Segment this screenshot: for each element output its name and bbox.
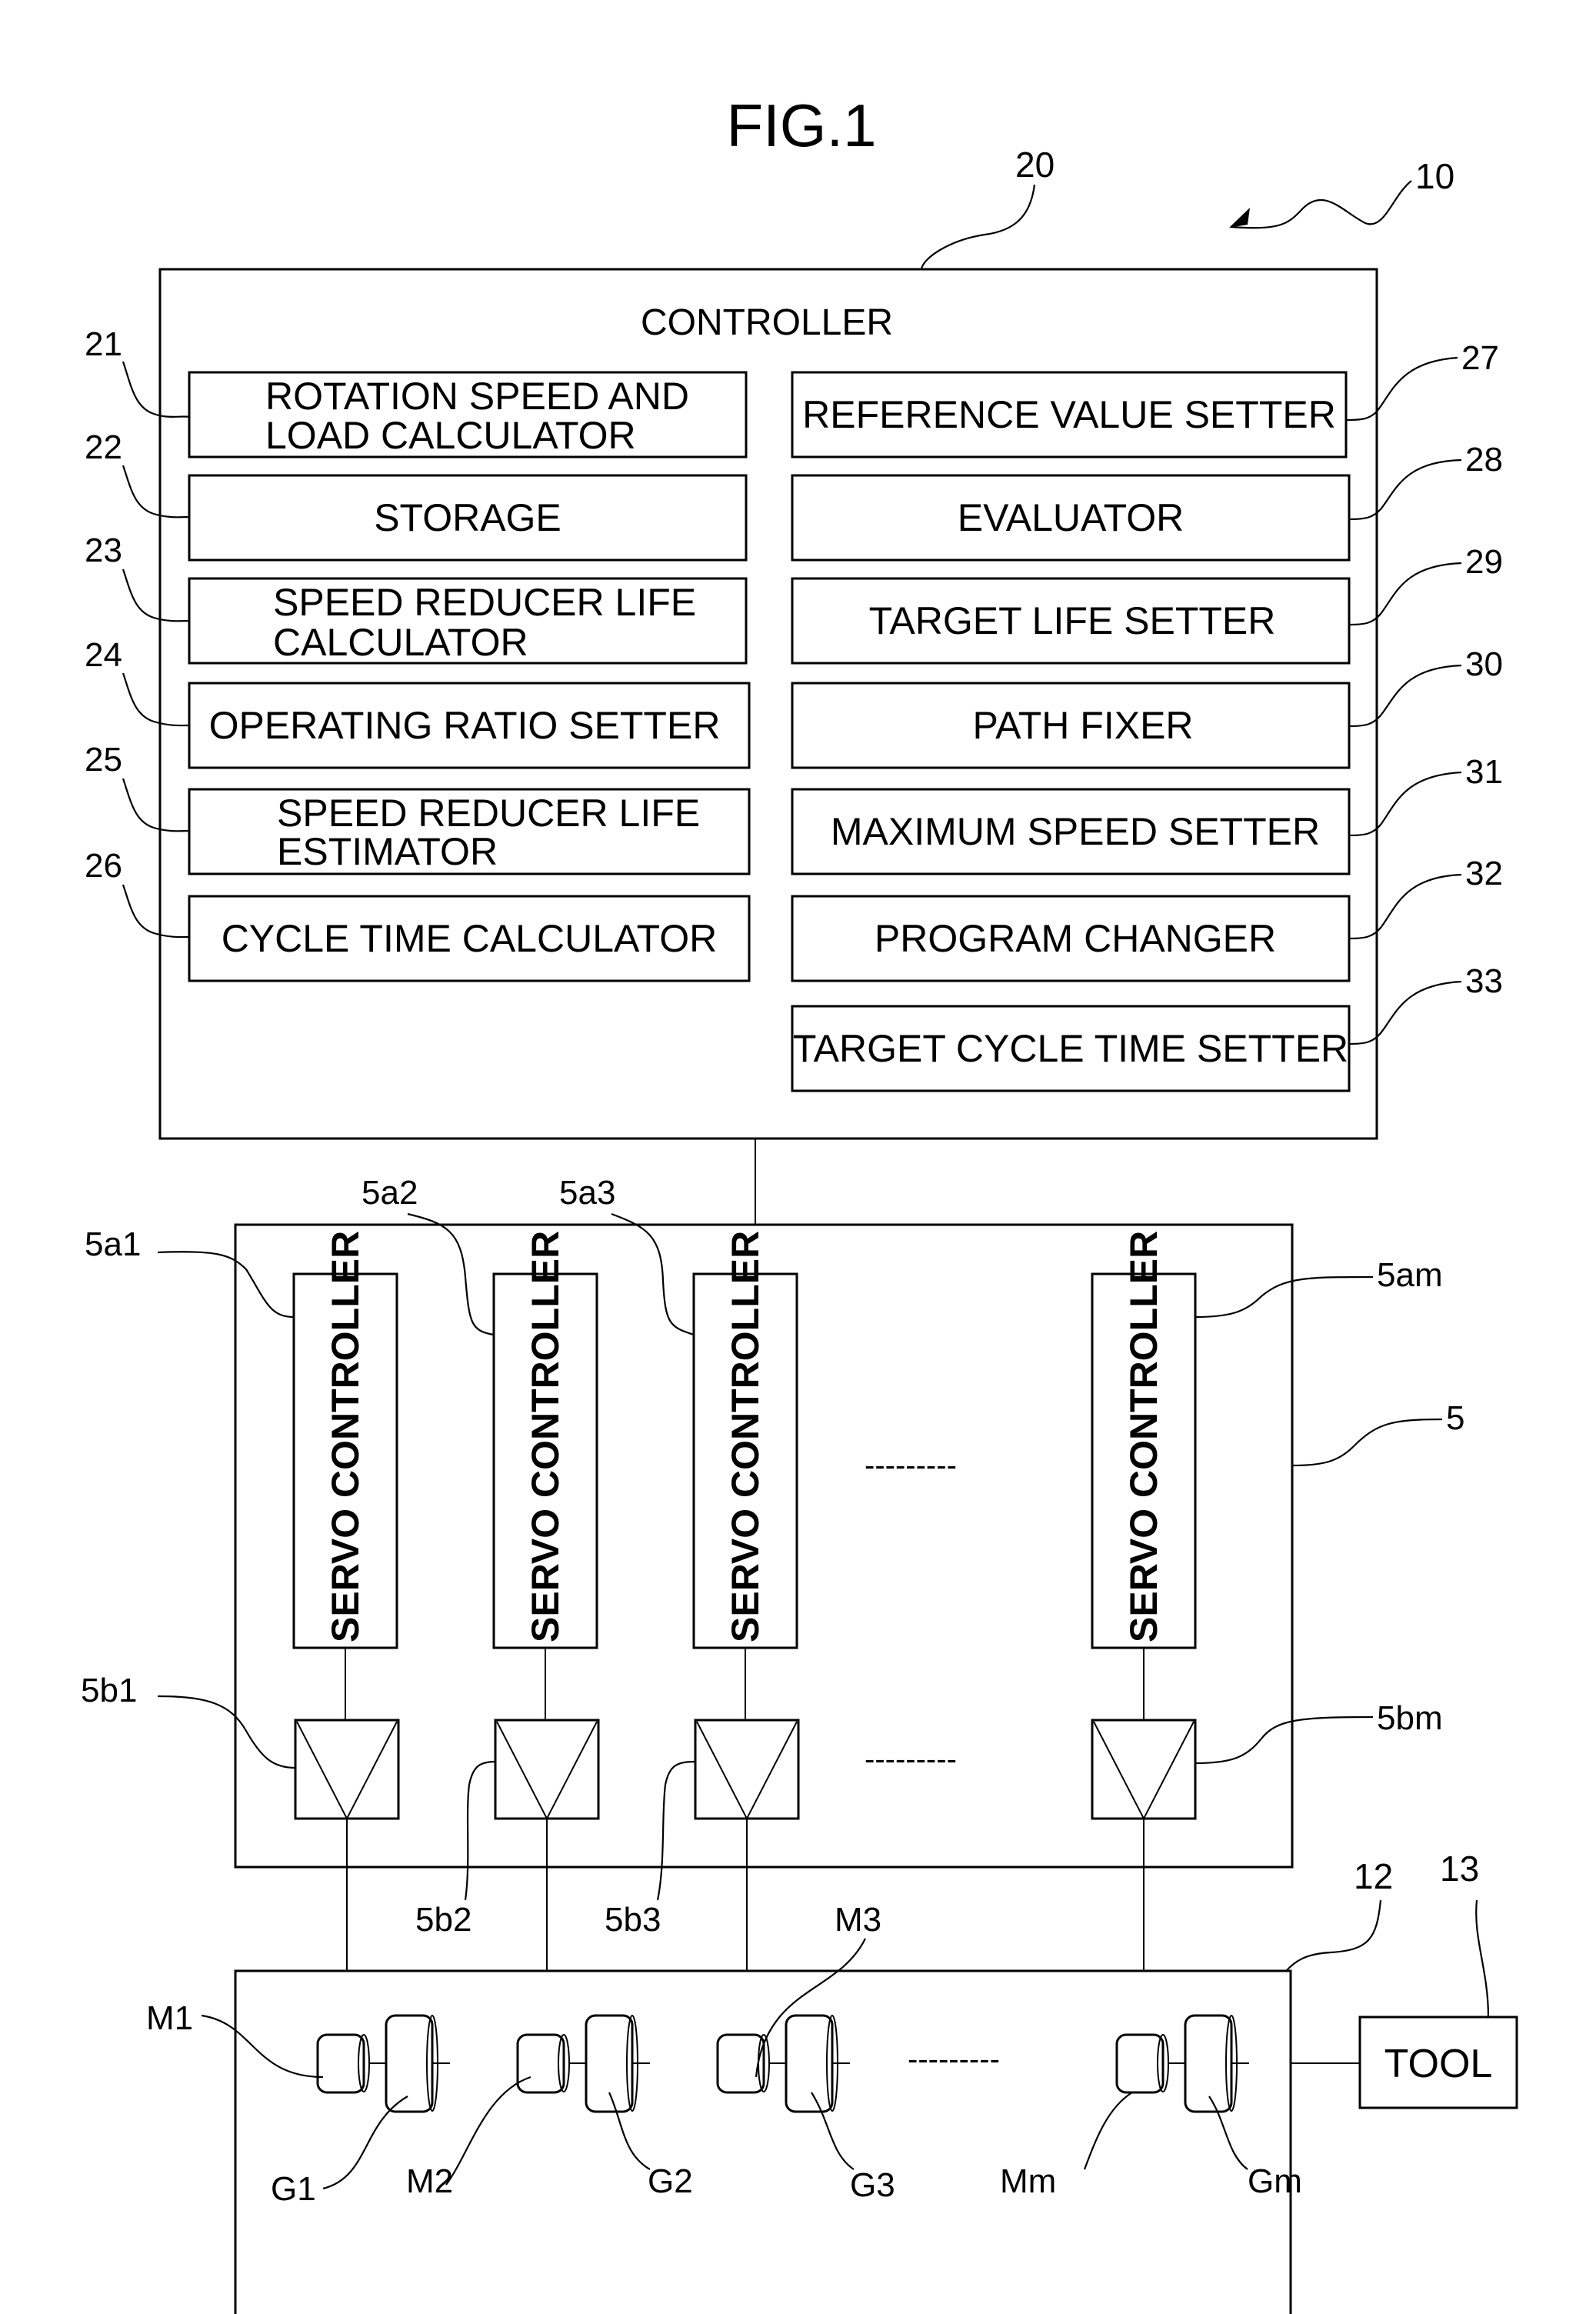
svg-text:MAXIMUM SPEED SETTER: MAXIMUM SPEED SETTER (831, 810, 1320, 853)
motor-ellipsis: --------- (908, 2042, 1000, 2076)
svg-text:LOAD CALCULATOR: LOAD CALCULATOR (265, 414, 636, 457)
svg-text:5a3: 5a3 (559, 1174, 615, 1212)
svg-text:ROTATION SPEED AND: ROTATION SPEED AND (265, 375, 689, 418)
block-diagram: FIG.1 10 20 CONTROLLER ROTATION SPEED AN… (81, 92, 1518, 2314)
svg-text:STORAGE: STORAGE (374, 496, 561, 539)
robot-ref-label: 12 (1354, 1856, 1393, 1896)
svg-text:5a1: 5a1 (85, 1225, 141, 1263)
svg-text:M2: M2 (406, 2162, 453, 2200)
system-ref-label: 10 (1415, 156, 1454, 196)
svg-text:5b1: 5b1 (81, 1672, 137, 1709)
svg-text:Gm: Gm (1248, 2162, 1302, 2200)
svg-text:24: 24 (85, 636, 122, 674)
svg-text:5bm: 5bm (1377, 1699, 1443, 1737)
svg-text:SERVO CONTROLLER: SERVO CONTROLLER (1122, 1231, 1165, 1642)
figure-title: FIG.1 (726, 92, 876, 159)
svg-text:33: 33 (1465, 962, 1503, 1000)
tool-ref-leader (1475, 1899, 1490, 2018)
arrow-head-icon (1229, 208, 1250, 228)
svg-text:M3: M3 (835, 1901, 881, 1939)
svg-text:31: 31 (1465, 753, 1503, 791)
svg-text:REFERENCE VALUE SETTER: REFERENCE VALUE SETTER (802, 393, 1336, 436)
svg-text:CALCULATOR: CALCULATOR (273, 621, 528, 664)
controller-ref-leader (920, 184, 1036, 270)
svg-text:SPEED REDUCER LIFE: SPEED REDUCER LIFE (273, 581, 696, 624)
controller-ref-label: 20 (1015, 145, 1055, 185)
svg-text:Mm: Mm (1000, 2162, 1056, 2200)
svg-text:PROGRAM CHANGER: PROGRAM CHANGER (875, 917, 1276, 960)
svg-text:SERVO CONTROLLER: SERVO CONTROLLER (724, 1231, 767, 1642)
svg-text:EVALUATOR: EVALUATOR (958, 496, 1185, 539)
svg-text:5am: 5am (1377, 1256, 1443, 1294)
svg-text:5b2: 5b2 (415, 1901, 471, 1939)
svg-text:G1: G1 (271, 2170, 316, 2208)
svg-text:26: 26 (85, 847, 122, 885)
svg-text:TARGET LIFE SETTER: TARGET LIFE SETTER (869, 599, 1276, 642)
robot-ref-leader (1285, 1899, 1382, 1972)
servo-unit-ref-label: 5 (1446, 1399, 1464, 1437)
controller-title: CONTROLLER (641, 302, 893, 343)
svg-text:G2: G2 (648, 2162, 693, 2200)
svg-text:SPEED REDUCER LIFE: SPEED REDUCER LIFE (277, 792, 700, 835)
svg-text:PATH FIXER: PATH FIXER (972, 704, 1193, 747)
system-ref-leader (1230, 180, 1412, 229)
servo-unit-ref-leader (1291, 1418, 1443, 1467)
svg-text:5a2: 5a2 (362, 1174, 418, 1212)
svg-text:G3: G3 (850, 2166, 895, 2204)
tool-label: TOOL (1384, 2042, 1493, 2086)
svg-text:28: 28 (1465, 441, 1503, 478)
tool-ref-label: 13 (1440, 1849, 1479, 1889)
svg-text:CYCLE TIME CALCULATOR: CYCLE TIME CALCULATOR (222, 917, 718, 960)
svg-text:SERVO CONTROLLER: SERVO CONTROLLER (524, 1231, 567, 1642)
svg-text:32: 32 (1465, 855, 1503, 892)
svg-text:5b3: 5b3 (605, 1901, 661, 1939)
servo-controller-ellipsis: --------- (865, 1449, 957, 1482)
svg-text:25: 25 (85, 741, 122, 779)
svg-text:OPERATING RATIO SETTER: OPERATING RATIO SETTER (209, 704, 721, 747)
svg-text:22: 22 (85, 428, 122, 466)
svg-text:27: 27 (1461, 339, 1499, 377)
svg-text:29: 29 (1465, 543, 1503, 581)
svg-text:M1: M1 (146, 1999, 193, 2037)
svg-text:21: 21 (85, 325, 122, 363)
amplifier-ellipsis: --------- (865, 1742, 957, 1776)
svg-text:23: 23 (85, 532, 122, 569)
svg-text:TARGET CYCLE TIME SETTER: TARGET CYCLE TIME SETTER (793, 1027, 1348, 1070)
svg-text:30: 30 (1465, 645, 1503, 683)
svg-text:SERVO CONTROLLER: SERVO CONTROLLER (324, 1231, 367, 1642)
svg-text:ESTIMATOR: ESTIMATOR (277, 830, 498, 873)
